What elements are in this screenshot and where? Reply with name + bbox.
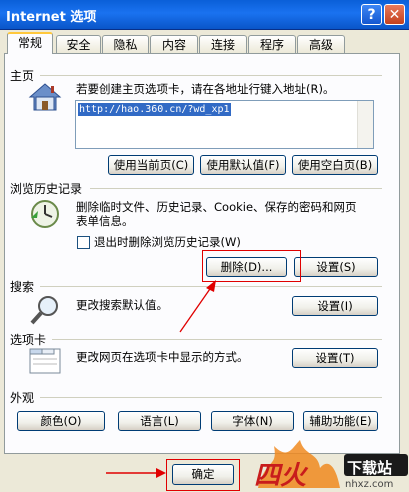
delete-on-exit-checkbox[interactable] bbox=[77, 236, 90, 249]
url-scrollbar[interactable] bbox=[357, 101, 373, 148]
appearance-section-title: 外观 bbox=[10, 391, 35, 405]
window-title: Internet 选项 bbox=[6, 10, 97, 25]
tab-content[interactable]: 内容 bbox=[150, 35, 198, 53]
house-icon bbox=[28, 83, 62, 111]
svg-text:四火: 四火 bbox=[254, 461, 309, 491]
search-section-title: 搜索 bbox=[10, 280, 35, 294]
home-url-text: http://hao.360.cn/?wd_xp1 bbox=[78, 103, 231, 116]
annotation-highlight-ok bbox=[166, 459, 240, 491]
tab-general[interactable]: 常规 bbox=[7, 32, 53, 54]
tab-security[interactable]: 安全 bbox=[56, 35, 101, 53]
divider bbox=[52, 339, 382, 340]
search-description: 更改搜索默认值。 bbox=[76, 298, 168, 312]
fonts-button[interactable]: 字体(N) bbox=[211, 411, 294, 431]
divider bbox=[40, 397, 382, 398]
help-button[interactable]: ? bbox=[361, 4, 382, 25]
home-description: 若要创建主页选项卡，请在各地址行键入地址(R)。 bbox=[76, 82, 335, 96]
use-blank-button[interactable]: 使用空白页(B) bbox=[292, 155, 378, 175]
tabs-settings-button[interactable]: 设置(T) bbox=[292, 348, 378, 368]
logo-url: nhxz.com bbox=[345, 479, 394, 490]
tabbed-window-icon bbox=[29, 348, 61, 374]
history-settings-button[interactable]: 设置(S) bbox=[294, 257, 378, 277]
home-url-textarea[interactable]: http://hao.360.cn/?wd_xp1 bbox=[75, 100, 374, 149]
tab-privacy[interactable]: 隐私 bbox=[102, 35, 149, 53]
delete-on-exit-label[interactable]: 退出时删除浏览历史记录(W) bbox=[94, 235, 241, 250]
close-button[interactable]: ✕ bbox=[384, 4, 405, 25]
magnifier-icon bbox=[30, 296, 58, 325]
tab-programs[interactable]: 程序 bbox=[248, 35, 296, 53]
history-description-line1: 删除临时文件、历史记录、Cookie、保存的密码和网页 bbox=[76, 200, 357, 214]
divider bbox=[90, 188, 382, 189]
annotation-arrow-right bbox=[106, 468, 166, 478]
tabs-description: 更改网页在选项卡中显示的方式。 bbox=[76, 350, 249, 364]
use-default-button[interactable]: 使用默认值(F) bbox=[200, 155, 286, 175]
logo-text: 下载站 bbox=[347, 459, 393, 477]
languages-button[interactable]: 语言(L) bbox=[118, 411, 201, 431]
colors-button[interactable]: 颜色(O) bbox=[17, 411, 105, 431]
search-settings-button[interactable]: 设置(I) bbox=[292, 296, 378, 316]
history-section-title: 浏览历史记录 bbox=[10, 182, 83, 196]
history-clock-icon bbox=[31, 200, 59, 228]
title-bar: Internet 选项 ? ✕ bbox=[0, 0, 409, 30]
history-description-line2: 表单信息。 bbox=[76, 214, 134, 228]
tab-connections[interactable]: 连接 bbox=[199, 35, 247, 53]
accessibility-button[interactable]: 辅助功能(E) bbox=[303, 411, 378, 431]
divider bbox=[40, 75, 382, 76]
use-current-button[interactable]: 使用当前页(C) bbox=[108, 155, 194, 175]
tab-advanced[interactable]: 高级 bbox=[297, 35, 345, 53]
annotation-arrow-up bbox=[179, 280, 216, 333]
